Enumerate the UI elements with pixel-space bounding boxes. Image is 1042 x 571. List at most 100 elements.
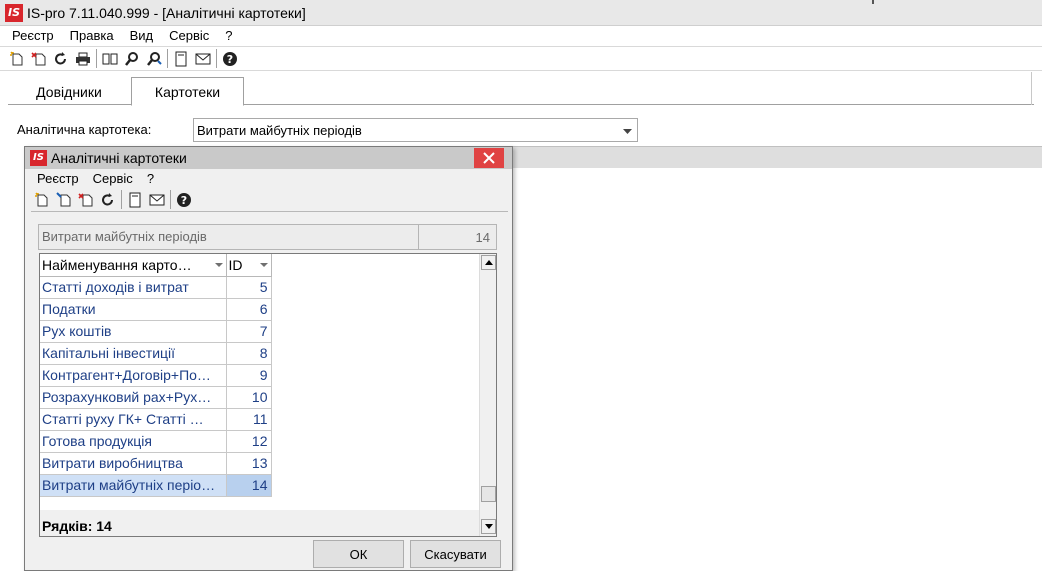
- dialog-menu-registry[interactable]: Реєстр: [25, 171, 86, 186]
- title-bar-edge: [872, 0, 874, 4]
- main-menu-bar: Реєстр Правка Вид Сервіс ?: [0, 26, 1042, 46]
- table-row[interactable]: Податки 6: [40, 298, 272, 321]
- help-icon[interactable]: ?: [173, 189, 195, 211]
- table-row-selected[interactable]: Витрати майбутніх періо… 14: [40, 474, 272, 497]
- delete-doc-icon[interactable]: [75, 189, 97, 211]
- close-icon: [483, 152, 495, 164]
- main-title-bar[interactable]: IS IS-pro 7.11.040.999 - [Аналітичні кар…: [0, 0, 1042, 26]
- cards-table: Найменування карто… ID Статті доходів і …: [40, 254, 272, 497]
- scroll-up-button[interactable]: [481, 255, 496, 270]
- dialog-menu-bar: Реєстр Сервіс ?: [25, 169, 512, 187]
- column-header-id[interactable]: ID: [226, 254, 272, 277]
- cell-id: 9: [226, 364, 272, 387]
- toolbar-separator: [170, 190, 171, 209]
- cell-id: 14: [226, 474, 272, 497]
- cell-name: Податки: [40, 298, 227, 321]
- cell-id: 5: [226, 276, 272, 299]
- cell-name: Капітальні інвестиції: [40, 342, 227, 365]
- help-icon[interactable]: ?: [219, 48, 241, 70]
- scroll-down-icon: [484, 524, 493, 529]
- table-row[interactable]: Готова продукція 12: [40, 430, 272, 453]
- menu-registry[interactable]: Реєстр: [0, 26, 62, 46]
- scroll-thumb[interactable]: [481, 486, 496, 502]
- table-row[interactable]: Статті руху ГК+ Статті … 11: [40, 408, 272, 431]
- svg-text:?: ?: [181, 194, 187, 207]
- current-card-info: Витрати майбутніх періодів 14: [38, 224, 497, 250]
- cell-name: Витрати виробництва: [40, 452, 227, 475]
- analytical-cards-dialog: IS Аналітичні картотеки Реєстр Сервіс ?: [24, 146, 513, 571]
- table-row[interactable]: Статті доходів і витрат 5: [40, 276, 272, 299]
- grid-scrollbar[interactable]: [479, 254, 496, 536]
- book-icon[interactable]: [99, 48, 121, 70]
- cell-name: Готова продукція: [40, 430, 227, 453]
- cell-id: 8: [226, 342, 272, 365]
- row-count: Рядків: 14: [42, 518, 112, 534]
- table-row[interactable]: Капітальні інвестиції 8: [40, 342, 272, 365]
- menu-edit[interactable]: Правка: [62, 26, 122, 46]
- menu-service[interactable]: Сервіс: [161, 26, 217, 46]
- toolbar-separator: [167, 49, 168, 68]
- table-row[interactable]: Розрахунковий рах+Рух… 10: [40, 386, 272, 409]
- cell-id: 7: [226, 320, 272, 343]
- toolbar-separator: [216, 49, 217, 68]
- cards-grid: Найменування карто… ID Статті доходів і …: [39, 253, 497, 537]
- mail-icon[interactable]: [146, 189, 168, 211]
- dialog-title: Аналітичні картотеки: [51, 150, 187, 166]
- scroll-up-icon: [484, 260, 493, 265]
- app-logo-icon: IS: [30, 150, 47, 166]
- close-button[interactable]: [474, 148, 504, 168]
- delete-doc-icon[interactable]: [28, 48, 50, 70]
- cell-id: 11: [226, 408, 272, 431]
- cell-id: 10: [226, 386, 272, 409]
- toolbar-separator: [96, 49, 97, 68]
- dialog-title-bar[interactable]: IS Аналітичні картотеки: [25, 147, 512, 169]
- toolbar-separator: [121, 190, 122, 209]
- main-toolbar: ?: [0, 46, 1042, 71]
- menu-help[interactable]: ?: [217, 26, 240, 46]
- table-row[interactable]: Рух коштів 7: [40, 320, 272, 343]
- analytical-card-combo[interactable]: Витрати майбутніх періодів: [193, 118, 638, 142]
- mail-icon[interactable]: [192, 48, 214, 70]
- table-row[interactable]: Витрати виробництва 13: [40, 452, 272, 475]
- tab-strip: Довідники Картотеки: [0, 72, 1042, 106]
- sort-arrow-icon[interactable]: [259, 263, 268, 267]
- tab-panel-edge: [1031, 72, 1032, 105]
- find-icon[interactable]: [121, 48, 143, 70]
- svg-text:?: ?: [227, 53, 233, 66]
- calc-icon[interactable]: [170, 48, 192, 70]
- refresh-icon[interactable]: [50, 48, 72, 70]
- current-card-count: 14: [475, 229, 490, 245]
- cell-id: 13: [226, 452, 272, 475]
- current-card-name: Витрати майбутніх періодів: [39, 225, 419, 249]
- cell-name: Статті руху ГК+ Статті …: [40, 408, 227, 431]
- cell-name: Витрати майбутніх періо…: [40, 474, 227, 497]
- menu-view[interactable]: Вид: [122, 26, 162, 46]
- new-doc-icon[interactable]: [6, 48, 28, 70]
- cancel-button[interactable]: Скасувати: [410, 540, 501, 568]
- tab-cards[interactable]: Картотеки: [131, 77, 244, 106]
- dialog-menu-help[interactable]: ?: [140, 171, 161, 186]
- refresh-icon[interactable]: [97, 189, 119, 211]
- dialog-menu-service[interactable]: Сервіс: [86, 171, 140, 186]
- edit-doc-icon[interactable]: [53, 189, 75, 211]
- print-icon[interactable]: [72, 48, 94, 70]
- cell-id: 12: [226, 430, 272, 453]
- find-replace-icon[interactable]: [143, 48, 165, 70]
- scroll-down-button[interactable]: [481, 519, 496, 534]
- cell-name: Рух коштів: [40, 320, 227, 343]
- cell-name: Контрагент+Договір+По…: [40, 364, 227, 387]
- window-title: IS-pro 7.11.040.999 - [Аналітичні картот…: [27, 4, 306, 21]
- ok-button[interactable]: ОК: [313, 540, 404, 568]
- calc-icon[interactable]: [124, 189, 146, 211]
- sort-arrow-icon[interactable]: [214, 263, 223, 267]
- new-doc-icon[interactable]: [31, 189, 53, 211]
- cell-id: 6: [226, 298, 272, 321]
- cell-name: Розрахунковий рах+Рух…: [40, 386, 227, 409]
- tab-directories[interactable]: Довідники: [8, 78, 130, 105]
- analytical-card-value: Витрати майбутніх періодів: [197, 122, 362, 138]
- table-row[interactable]: Контрагент+Договір+По… 9: [40, 364, 272, 387]
- column-header-name[interactable]: Найменування карто…: [40, 254, 227, 277]
- chevron-down-icon[interactable]: [621, 125, 633, 137]
- cell-name: Статті доходів і витрат: [40, 276, 227, 299]
- dialog-toolbar: ?: [31, 188, 508, 212]
